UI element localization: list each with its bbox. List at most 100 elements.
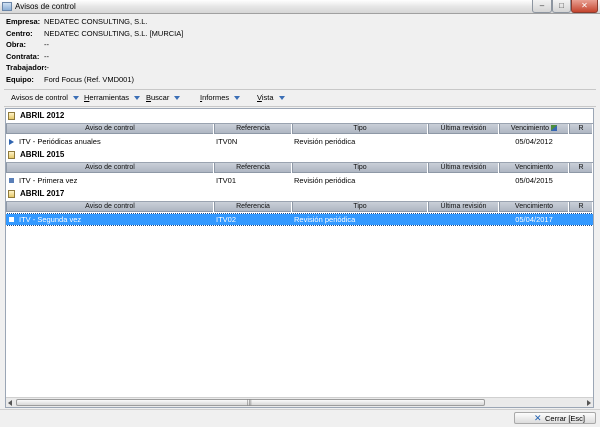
obra-value: -- (44, 40, 49, 50)
cell-tipo: Revisión periódica (294, 215, 356, 224)
contrata-label: Contrata: (6, 51, 40, 61)
folder-icon (8, 190, 15, 198)
table-row-selected[interactable]: ITV - Segunda vez ITV02 Revisión periódi… (6, 213, 593, 226)
info-row-equipo: Equipo: Ford Focus (Ref. VMD001) (6, 74, 586, 86)
info-row-empresa: Empresa: NEDATEC CONSULTING, S.L. (6, 16, 586, 28)
column-headers: Aviso de control Referencia Tipo Última … (6, 162, 593, 173)
menu-buscar[interactable]: Buscar (146, 92, 181, 103)
col-referencia[interactable]: Referencia (214, 202, 292, 212)
col-aviso[interactable]: Aviso de control (6, 163, 214, 173)
trabajador-value: -- (44, 63, 49, 73)
table-row[interactable]: ITV - Periódicas anuales ITV0N Revisión … (6, 136, 593, 147)
menu-avisos-label: Avisos de control (11, 93, 68, 102)
col-tipo[interactable]: Tipo (292, 163, 428, 173)
cell-aviso: ITV - Periódicas anuales (19, 137, 101, 146)
group-header[interactable]: ABRIL 2017 (6, 188, 593, 200)
cell-ultima-revision (428, 136, 499, 147)
row-marker-icon (9, 217, 14, 222)
obra-label: Obra: (6, 40, 27, 50)
scrollbar-thumb[interactable]: ||| (16, 399, 485, 406)
col-r[interactable]: R (569, 202, 593, 212)
table-row[interactable]: ITV - Primera vez ITV01 Revisión periódi… (6, 175, 593, 186)
row-marker-icon (9, 178, 14, 183)
col-aviso[interactable]: Aviso de control (6, 124, 214, 134)
cell-aviso: ITV - Primera vez (19, 176, 78, 185)
menu-buscar-label: uscar (151, 93, 170, 102)
menu-informes[interactable]: Informes (200, 92, 241, 103)
info-row-trabajador: Trabajador: -- (6, 62, 586, 74)
cell-vencimiento: 05/04/2012 (515, 137, 553, 146)
menu-informes-label: nformes (202, 93, 230, 102)
window-title: Avisos de control (15, 2, 76, 11)
close-window-button[interactable]: ✕ (571, 0, 598, 13)
chevron-down-icon (234, 96, 241, 101)
menu-herramientas-label: erramientas (89, 93, 130, 102)
folder-icon (8, 112, 15, 120)
col-vencimiento-label: Vencimiento (510, 125, 550, 132)
horizontal-scrollbar[interactable]: ||| (6, 397, 593, 407)
group-title: ABRIL 2017 (20, 189, 65, 198)
minimize-button[interactable]: – (532, 0, 552, 13)
menu-avisos[interactable]: Avisos de control (11, 92, 79, 103)
info-row-obra: Obra: -- (6, 39, 586, 51)
col-referencia[interactable]: Referencia (214, 124, 292, 134)
equipo-value: Ford Focus (Ref. VMD001) (44, 74, 135, 84)
group-title: ABRIL 2012 (20, 111, 65, 120)
info-row-contrata: Contrata: -- (6, 51, 586, 63)
col-tipo[interactable]: Tipo (292, 202, 428, 212)
chevron-down-icon (174, 96, 181, 101)
close-button[interactable]: ✕ Cerrar [Esc] (514, 412, 596, 424)
col-r[interactable]: R (569, 163, 593, 173)
centro-value: NEDATEC CONSULTING, S.L. [MURCIA] (44, 28, 184, 38)
empresa-label: Empresa: (6, 17, 41, 26)
centro-label: Centro: (6, 28, 33, 38)
scrollbar-grip: ||| (247, 400, 252, 406)
trabajador-label: Trabajador: (6, 63, 47, 73)
cell-ultima-revision (428, 175, 499, 186)
sort-icon (551, 125, 558, 132)
col-r[interactable]: R (569, 124, 593, 134)
cell-referencia: ITV02 (216, 215, 237, 224)
equipo-label: Equipo: (6, 74, 34, 84)
scroll-left-icon[interactable] (8, 400, 12, 406)
col-vencimiento[interactable]: Vencimiento (499, 202, 569, 212)
col-tipo[interactable]: Tipo (292, 124, 428, 134)
maximize-button[interactable]: □ (552, 0, 571, 13)
col-referencia[interactable]: Referencia (214, 163, 292, 173)
context-info: Empresa: NEDATEC CONSULTING, S.L. Centro… (6, 16, 586, 86)
divider (4, 106, 596, 107)
contrata-value: -- (44, 51, 49, 61)
cell-tipo: Revisión periódica (294, 137, 356, 146)
cell-vencimiento: 05/04/2017 (515, 215, 553, 224)
cell-vencimiento: 05/04/2015 (515, 176, 553, 185)
scroll-right-icon[interactable] (587, 400, 591, 406)
col-ultima-revision[interactable]: Última revisión (428, 163, 499, 173)
group-header[interactable]: ABRIL 2012 (6, 110, 593, 122)
col-ultima-revision[interactable]: Última revisión (428, 202, 499, 212)
divider (0, 409, 600, 410)
current-row-arrow-icon (9, 138, 14, 145)
cell-ultima-revision (428, 214, 499, 225)
app-icon (2, 2, 12, 11)
close-icon: ✕ (534, 413, 542, 423)
cell-referencia: ITV01 (216, 176, 237, 185)
col-ultima-revision[interactable]: Última revisión (428, 124, 499, 134)
avisos-grid[interactable]: ABRIL 2012 Aviso de control Referencia T… (5, 108, 594, 408)
info-row-centro: Centro: NEDATEC CONSULTING, S.L. [MURCIA… (6, 28, 586, 40)
cell-tipo: Revisión periódica (294, 176, 356, 185)
menu-herramientas[interactable]: Herramientas (84, 92, 141, 103)
toolbar: Avisos de control Herramientas Buscar In… (4, 91, 596, 103)
menu-vista-label: ista (261, 93, 274, 102)
close-button-label: Cerrar [Esc] (545, 414, 586, 423)
menu-vista[interactable]: Vista (257, 92, 285, 103)
column-headers: Aviso de control Referencia Tipo Última … (6, 123, 593, 134)
chevron-down-icon (278, 96, 285, 101)
chevron-down-icon (72, 96, 79, 101)
col-vencimiento[interactable]: Vencimiento (499, 124, 569, 134)
title-bar: Avisos de control – □ ✕ (0, 0, 600, 14)
col-vencimiento[interactable]: Vencimiento (499, 163, 569, 173)
group-title: ABRIL 2015 (20, 150, 65, 159)
group-header[interactable]: ABRIL 2015 (6, 149, 593, 161)
col-aviso[interactable]: Aviso de control (6, 202, 214, 212)
chevron-down-icon (134, 96, 141, 101)
